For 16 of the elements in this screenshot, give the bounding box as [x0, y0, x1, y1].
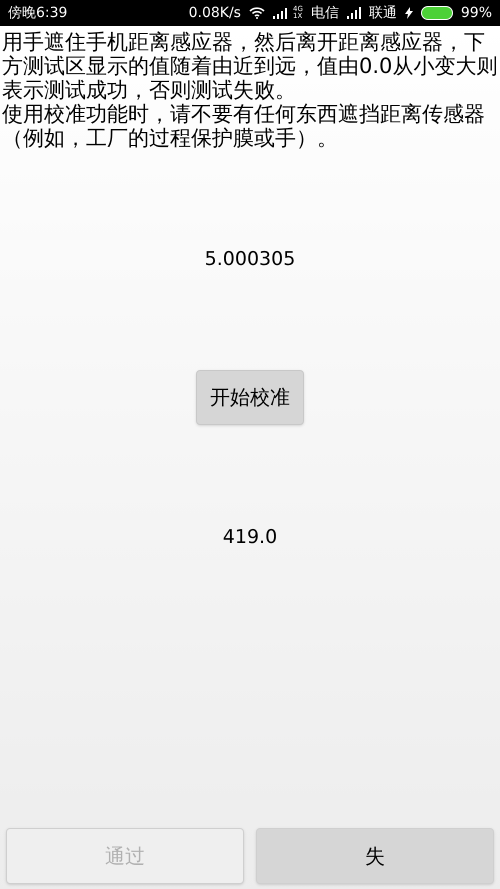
wifi-icon: [248, 7, 265, 19]
signal-icon: [272, 7, 289, 19]
calibrate-button[interactable]: 开始校准: [196, 370, 304, 424]
fail-button[interactable]: 失: [256, 828, 494, 884]
sensor-value: 5.000305: [204, 247, 296, 272]
battery-icon: [420, 6, 453, 20]
carrier-name: 电信: [310, 4, 339, 22]
carrier-name: 联通: [368, 4, 397, 22]
instruction-text: 使用校准功能时，请不要有任何东西遮挡距离传感器（例如，工厂的过程保护膜或手）。: [2, 102, 486, 150]
clock: 傍晚6:39: [8, 4, 68, 22]
calibration-value: 419.0: [222, 524, 278, 550]
signal-icon: [346, 7, 361, 19]
instruction-text: 用手遮住手机距离感应器，然后离开距离感应器，下方测试区显示的值随着由近到远，值由0.0从小变大则表示测试成功，否则测试失败。: [2, 30, 498, 102]
battery-percent: 99%: [460, 4, 492, 22]
network-speed: 0.08K/s: [188, 4, 241, 22]
charging-icon: [404, 7, 413, 19]
